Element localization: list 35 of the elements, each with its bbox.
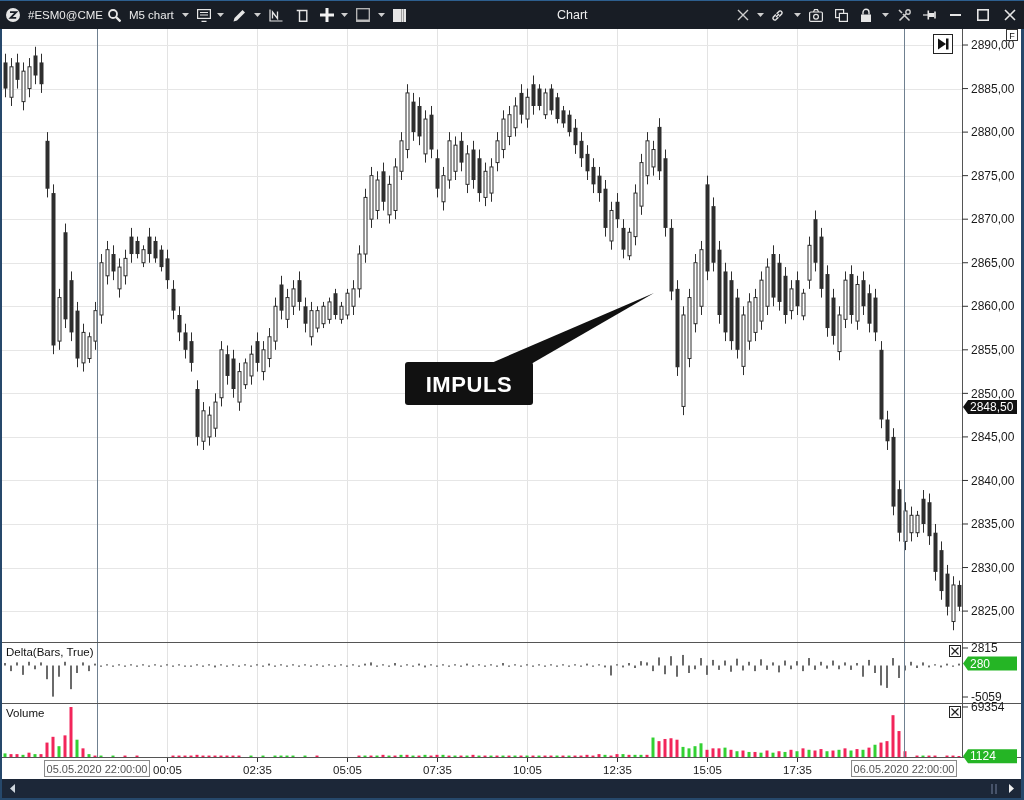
time-label: 17:35 — [783, 763, 812, 776]
time-label: 05:05 — [333, 763, 362, 776]
y-tick-label: 1124 — [970, 749, 997, 764]
axis-label: 2840,00 — [971, 473, 1015, 488]
annotation: IMPULS — [425, 371, 513, 397]
axis-label: 2880,00 — [971, 125, 1015, 140]
axis-label: 2855,00 — [971, 343, 1015, 358]
pane-title: Delta(Bars, True) — [6, 646, 94, 658]
axis-label: 2865,00 — [971, 255, 1015, 270]
axis-label: 2835,00 — [971, 517, 1015, 532]
window-title: Chart — [557, 8, 588, 22]
axis-label: 2845,00 — [971, 430, 1015, 445]
axis-label: 2825,00 — [971, 604, 1015, 619]
time-label: 07:35 — [423, 763, 452, 776]
axis-label: 2885,00 — [971, 81, 1015, 96]
axis-label: 2870,00 — [971, 212, 1015, 227]
value-tag: 280 — [963, 656, 1017, 671]
axis-label: 2860,00 — [971, 299, 1015, 314]
time-label: 02:35 — [243, 763, 272, 776]
time-label: 00:05 — [153, 763, 182, 776]
axis-label: 2850,00 — [971, 386, 1015, 401]
value-tag: 1124 — [963, 749, 1017, 764]
axis-label: 2830,00 — [971, 560, 1015, 575]
callout: IMPULS — [405, 293, 654, 405]
axis-label: 2815 — [971, 641, 998, 656]
time-label: 10:05 — [513, 763, 542, 776]
axis-label: 69354 — [971, 700, 1005, 715]
time-marker-label: 05.05.2020 22:00:00 — [44, 760, 150, 777]
axis-label: 2890,00 — [971, 38, 1015, 53]
time-label: 15:05 — [693, 763, 722, 776]
last-price-tag: 2848,50 — [963, 400, 1017, 415]
pane-title: Volume — [6, 707, 45, 719]
axis-label: 2875,00 — [971, 168, 1015, 183]
time-label: 12:35 — [603, 763, 632, 776]
time-marker-label: 06.05.2020 22:00:00 — [851, 760, 957, 777]
